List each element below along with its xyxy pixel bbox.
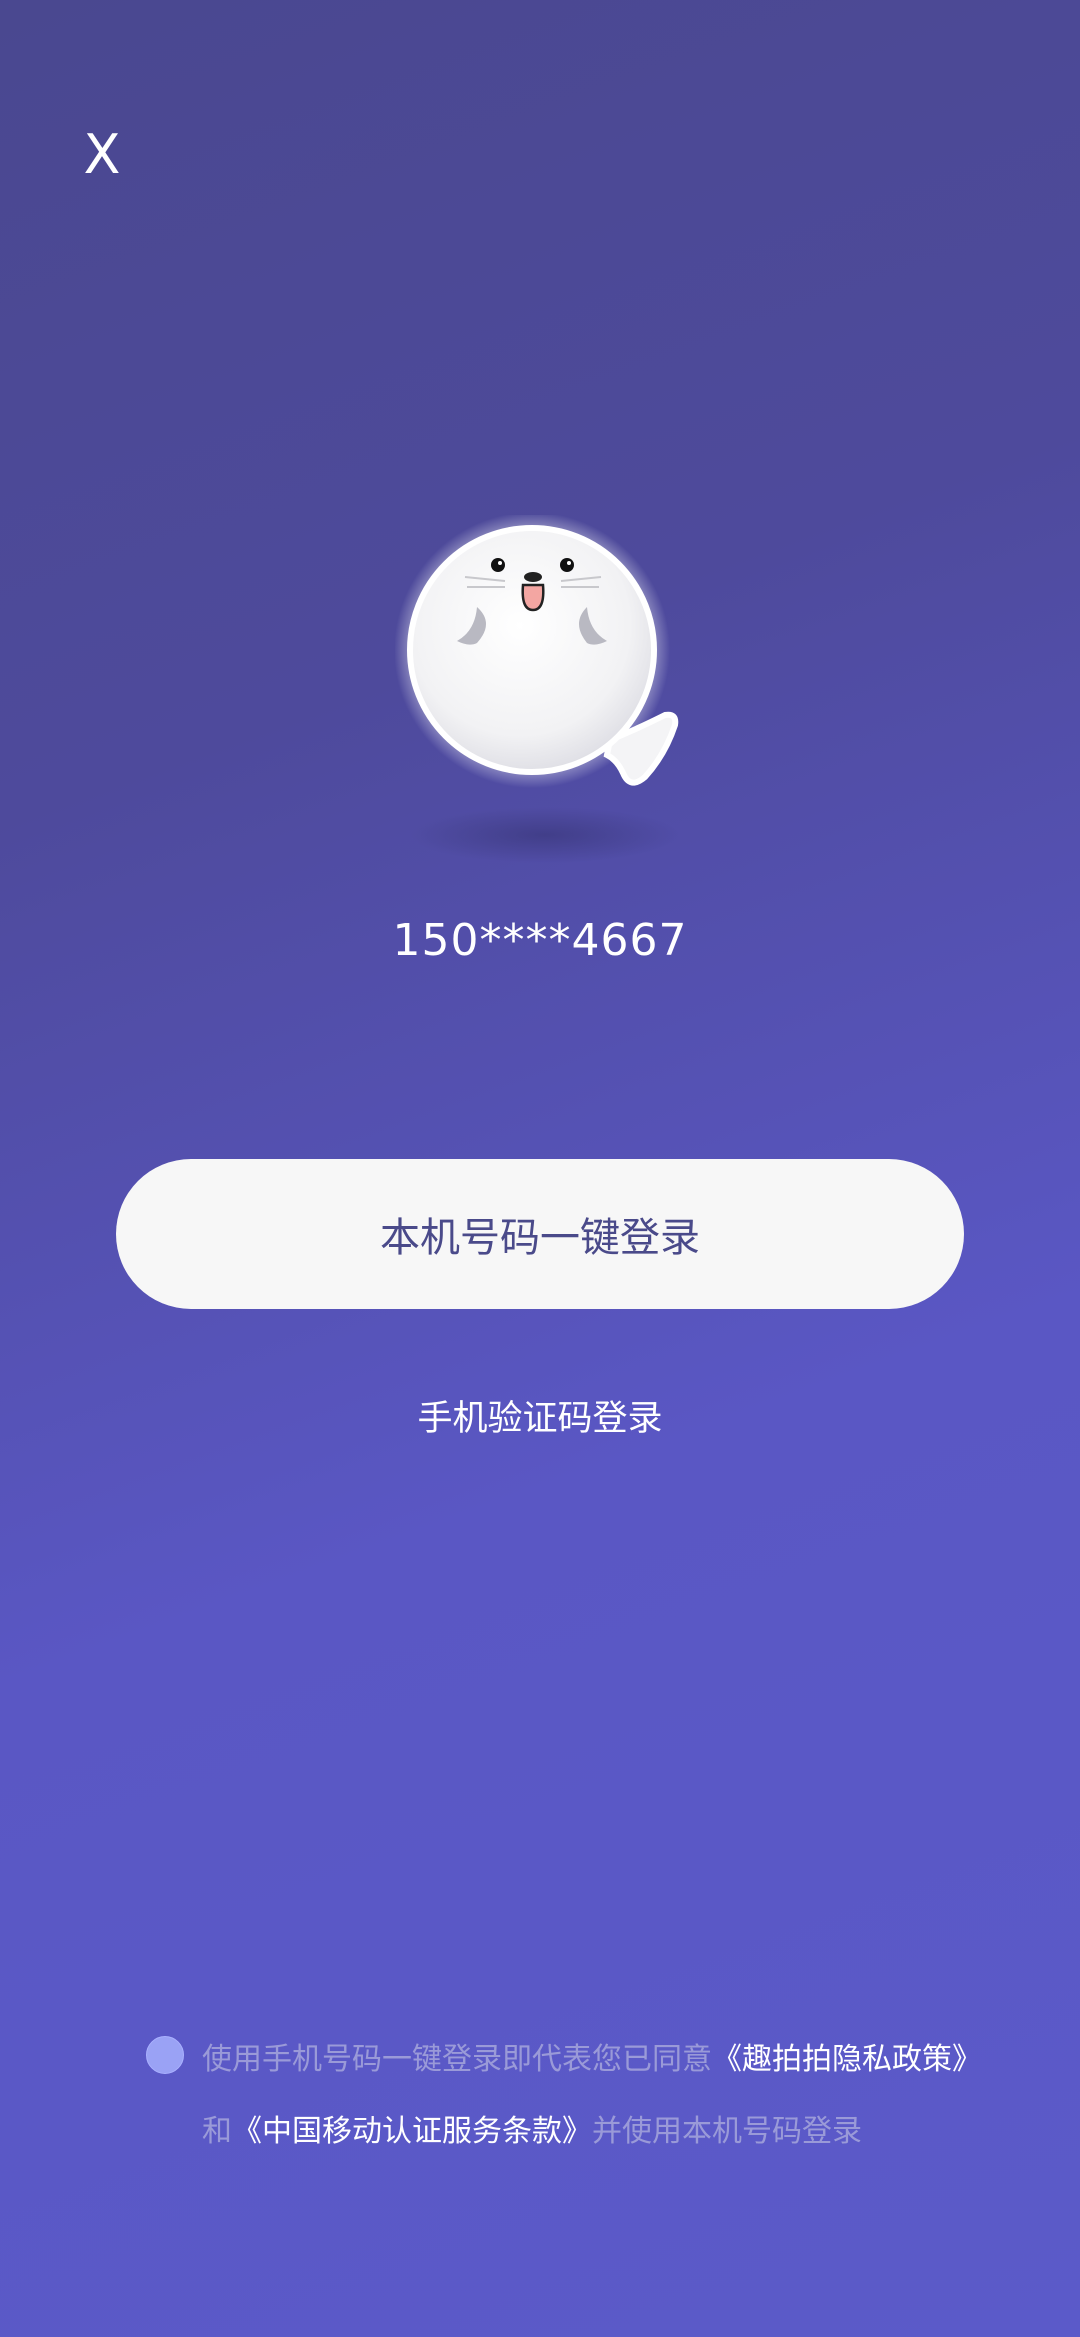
agreement-line-1: 使用手机号码一键登录即代表您已同意《趣拍拍隐私政策》 [202,2034,982,2078]
agree-radio-button[interactable] [146,2036,184,2074]
sms-login-link[interactable]: 手机验证码登录 [0,1390,1080,1441]
one-click-login-button[interactable]: 本机号码一键登录 [116,1159,964,1309]
seal-mascot-icon [394,512,705,875]
agreement-suffix: 并使用本机号码登录 [592,2114,862,2149]
close-button[interactable]: X [72,120,132,190]
privacy-policy-link[interactable]: 《趣拍拍隐私政策》 [712,2042,982,2077]
agreement-and: 和 [202,2114,232,2149]
masked-phone-number: 150****4667 [392,915,688,966]
one-click-login-label: 本机号码一键登录 [380,1215,700,1261]
cmcc-terms-link[interactable]: 《中国移动认证服务条款》 [232,2114,592,2149]
agreement-prefix: 使用手机号码一键登录即代表您已同意 [202,2042,712,2077]
agreement-line-2: 和《中国移动认证服务条款》并使用本机号码登录 [202,2106,862,2150]
